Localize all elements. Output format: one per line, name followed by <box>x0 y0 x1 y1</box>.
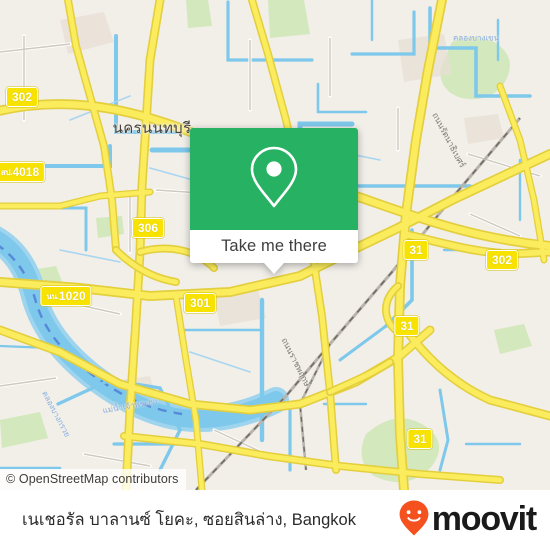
road-shield-number: 31 <box>409 242 423 257</box>
road-shield-31: 31 <box>403 240 429 260</box>
map-pin-icon <box>247 144 301 215</box>
road-shield-31: 31 <box>407 429 433 449</box>
road-shield-number: 31 <box>400 318 414 333</box>
moovit-wordmark: moovit <box>431 500 537 538</box>
road-shield-1020: นน.1020 <box>40 286 92 306</box>
road-shield-number: 4018 <box>12 164 40 179</box>
road-shield-306: 306 <box>131 218 165 238</box>
footer-bar: เนเชอรัล บาลานซ์ โยคะ, ซอยสินล่าง, Bangk… <box>0 490 550 550</box>
road-shield-302: 302 <box>485 250 519 270</box>
callout-tail <box>264 263 284 274</box>
map-canvas[interactable]: 302 สป.4018 306 นน.1020 301 31 302 31 31 นครนนทบ… <box>0 0 550 490</box>
map-callout-popup[interactable]: Take me there <box>190 128 358 274</box>
take-me-there-label: Take me there <box>221 237 327 255</box>
callout-header <box>190 128 358 230</box>
map-share-card: 302 สป.4018 306 นน.1020 301 31 302 31 31 นครนนทบ… <box>0 0 550 550</box>
moovit-smiley-pin-icon <box>399 500 429 541</box>
road-shield-number: 1020 <box>58 288 86 303</box>
moovit-logo[interactable]: moovit <box>399 490 537 550</box>
road-shield-number: 302 <box>491 252 513 267</box>
road-shield-prefix: นน. <box>46 291 59 301</box>
road-shield-301: 301 <box>183 293 217 313</box>
map-attribution[interactable]: © OpenStreetMap contributors <box>0 469 186 490</box>
road-shield-302: 302 <box>5 87 39 107</box>
road-shield-31: 31 <box>394 316 420 336</box>
road-shield-number: 302 <box>11 89 33 104</box>
callout-action[interactable]: Take me there <box>190 230 358 274</box>
road-shield-4018: สป.4018 <box>0 162 46 182</box>
road-shield-number: 31 <box>413 431 427 446</box>
road-shield-prefix: สป. <box>0 167 13 177</box>
place-title: เนเชอรัล บาลานซ์ โยคะ, ซอยสินล่าง, Bangk… <box>22 511 356 529</box>
road-shield-number: 306 <box>137 220 159 235</box>
road-shield-number: 301 <box>189 295 211 310</box>
